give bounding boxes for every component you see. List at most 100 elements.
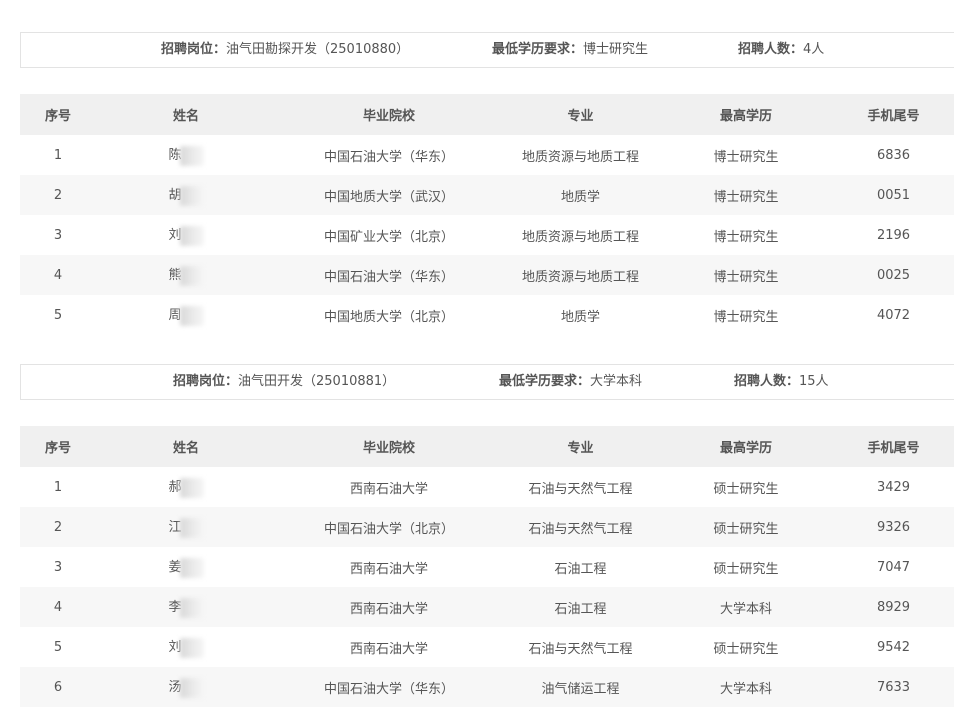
cell-school: 中国地质大学（北京） <box>323 309 454 325</box>
table-row: 3 刘 中国矿业大学（北京） 地质资源与地质工程 博士研究生 2196 <box>20 215 954 255</box>
cell-no: 5 <box>53 639 63 655</box>
count-label: 招聘人数： <box>738 42 804 57</box>
cell-degree: 硕士研究生 <box>713 481 779 497</box>
count-info: 招聘人数：15人 <box>734 365 829 399</box>
cell-no: 4 <box>20 255 96 295</box>
education-info: 最低学历要求：博士研究生 <box>492 33 648 67</box>
candidates-table-1: 序号 姓名 毕业院校 专业 最高学历 手机尾号 1 陈 中国石油大学（华东） 地… <box>20 94 954 335</box>
cell-no: 4 <box>20 587 96 627</box>
cell-name: 汤 <box>96 667 276 707</box>
job-info-box-2: 招聘岗位：油气田开发（25010881） 最低学历要求：大学本科 招聘人数：15… <box>20 364 954 400</box>
count-info: 招聘人数：4人 <box>738 33 824 67</box>
cell-name: 陈 <box>96 135 276 175</box>
table-row: 4 熊 中国石油大学（华东） 地质资源与地质工程 博士研究生 0025 <box>20 255 954 295</box>
cell-degree: 硕士研究生 <box>659 507 833 547</box>
name-redaction <box>179 185 204 206</box>
col-header-name: 姓名 <box>96 94 276 135</box>
cell-phone: 9326 <box>833 507 954 547</box>
table-row: 3 姜 西南石油大学 石油工程 硕士研究生 7047 <box>20 547 954 587</box>
position-value: 油气田勘探开发（25010880） <box>226 42 410 57</box>
col-header-name: 姓名 <box>96 426 276 467</box>
name-redaction <box>179 597 204 618</box>
cell-school: 西南石油大学 <box>349 641 428 657</box>
cell-name: 周 <box>96 295 276 335</box>
cell-phone: 6836 <box>876 147 911 163</box>
cell-name: 郝 <box>96 467 276 507</box>
cell-degree: 硕士研究生 <box>713 561 779 577</box>
position-value: 油气田开发（25010881） <box>238 374 396 389</box>
cell-school: 中国石油大学（北京） <box>276 507 502 547</box>
cell-major: 油气储运工程 <box>502 667 659 707</box>
cell-degree: 博士研究生 <box>659 255 833 295</box>
col-header-no: 序号 <box>20 94 96 135</box>
col-header-major: 专业 <box>502 94 659 135</box>
cell-name: 熊 <box>96 255 276 295</box>
table-header-row: 序号 姓名 毕业院校 专业 最高学历 手机尾号 <box>20 94 954 135</box>
col-header-major: 专业 <box>502 426 659 467</box>
cell-no: 3 <box>53 227 63 243</box>
cell-no: 1 <box>53 479 63 495</box>
cell-degree: 博士研究生 <box>713 149 779 165</box>
table-row: 4 李 西南石油大学 石油工程 大学本科 8929 <box>20 587 954 627</box>
education-value: 博士研究生 <box>583 42 649 57</box>
position-label: 招聘岗位： <box>161 42 227 57</box>
table-row: 1 郝 西南石油大学 石油与天然气工程 硕士研究生 3429 <box>20 467 954 507</box>
cell-major: 地质资源与地质工程 <box>521 149 639 165</box>
table-header-row: 序号 姓名 毕业院校 专业 最高学历 手机尾号 <box>20 426 954 467</box>
cell-no: 3 <box>53 559 63 575</box>
cell-major: 石油与天然气工程 <box>502 507 659 547</box>
cell-no: 1 <box>53 147 63 163</box>
cell-phone: 3429 <box>876 479 911 495</box>
name-redaction <box>179 517 204 538</box>
name-redaction <box>179 145 204 166</box>
cell-phone: 7047 <box>876 559 911 575</box>
cell-phone: 9542 <box>876 639 911 655</box>
job-info-box-1: 招聘岗位：油气田勘探开发（25010880） 最低学历要求：博士研究生 招聘人数… <box>20 32 954 68</box>
table-row: 2 胡 中国地质大学（武汉） 地质学 博士研究生 0051 <box>20 175 954 215</box>
position-label: 招聘岗位： <box>173 374 239 389</box>
cell-major: 石油工程 <box>502 587 659 627</box>
cell-school: 西南石油大学 <box>349 481 428 497</box>
cell-school: 西南石油大学 <box>276 587 502 627</box>
cell-school: 中国地质大学（武汉） <box>276 175 502 215</box>
cell-school: 中国石油大学（华东） <box>276 255 502 295</box>
col-header-phone: 手机尾号 <box>833 94 954 135</box>
cell-major: 地质学 <box>502 175 659 215</box>
col-header-phone: 手机尾号 <box>833 426 954 467</box>
cell-school: 西南石油大学 <box>349 561 428 577</box>
cell-no: 5 <box>53 307 63 323</box>
table-row: 1 陈 中国石油大学（华东） 地质资源与地质工程 博士研究生 6836 <box>20 135 954 175</box>
cell-major: 石油工程 <box>554 561 607 577</box>
cell-name: 姜 <box>96 547 276 587</box>
cell-school: 中国矿业大学（北京） <box>323 229 454 245</box>
name-redaction <box>179 637 204 658</box>
name-redaction <box>179 677 204 698</box>
cell-name: 江 <box>96 507 276 547</box>
count-value: 4人 <box>803 42 825 57</box>
cell-degree: 博士研究生 <box>713 229 779 245</box>
cell-degree: 硕士研究生 <box>713 641 779 657</box>
cell-phone: 4072 <box>876 307 911 323</box>
name-redaction <box>179 477 204 498</box>
cell-major: 地质资源与地质工程 <box>521 229 639 245</box>
table-row: 6 汤 中国石油大学（华东） 油气储运工程 大学本科 7633 <box>20 667 954 707</box>
position-info: 招聘岗位：油气田开发（25010881） <box>173 365 395 399</box>
cell-degree: 博士研究生 <box>659 175 833 215</box>
cell-major: 石油与天然气工程 <box>528 481 633 497</box>
cell-phone: 7633 <box>833 667 954 707</box>
position-info: 招聘岗位：油气田勘探开发（25010880） <box>161 33 409 67</box>
col-header-school: 毕业院校 <box>276 426 502 467</box>
col-header-no: 序号 <box>20 426 96 467</box>
cell-name: 胡 <box>96 175 276 215</box>
col-header-degree: 最高学历 <box>659 426 833 467</box>
cell-no: 6 <box>20 667 96 707</box>
col-header-school: 毕业院校 <box>276 94 502 135</box>
cell-school: 中国石油大学（华东） <box>276 667 502 707</box>
col-header-degree: 最高学历 <box>659 94 833 135</box>
education-label: 最低学历要求： <box>492 42 584 57</box>
cell-degree: 大学本科 <box>659 587 833 627</box>
cell-major: 地质学 <box>560 309 600 325</box>
education-value: 大学本科 <box>590 374 643 389</box>
table-row: 5 周 中国地质大学（北京） 地质学 博士研究生 4072 <box>20 295 954 335</box>
education-info: 最低学历要求：大学本科 <box>499 365 642 399</box>
